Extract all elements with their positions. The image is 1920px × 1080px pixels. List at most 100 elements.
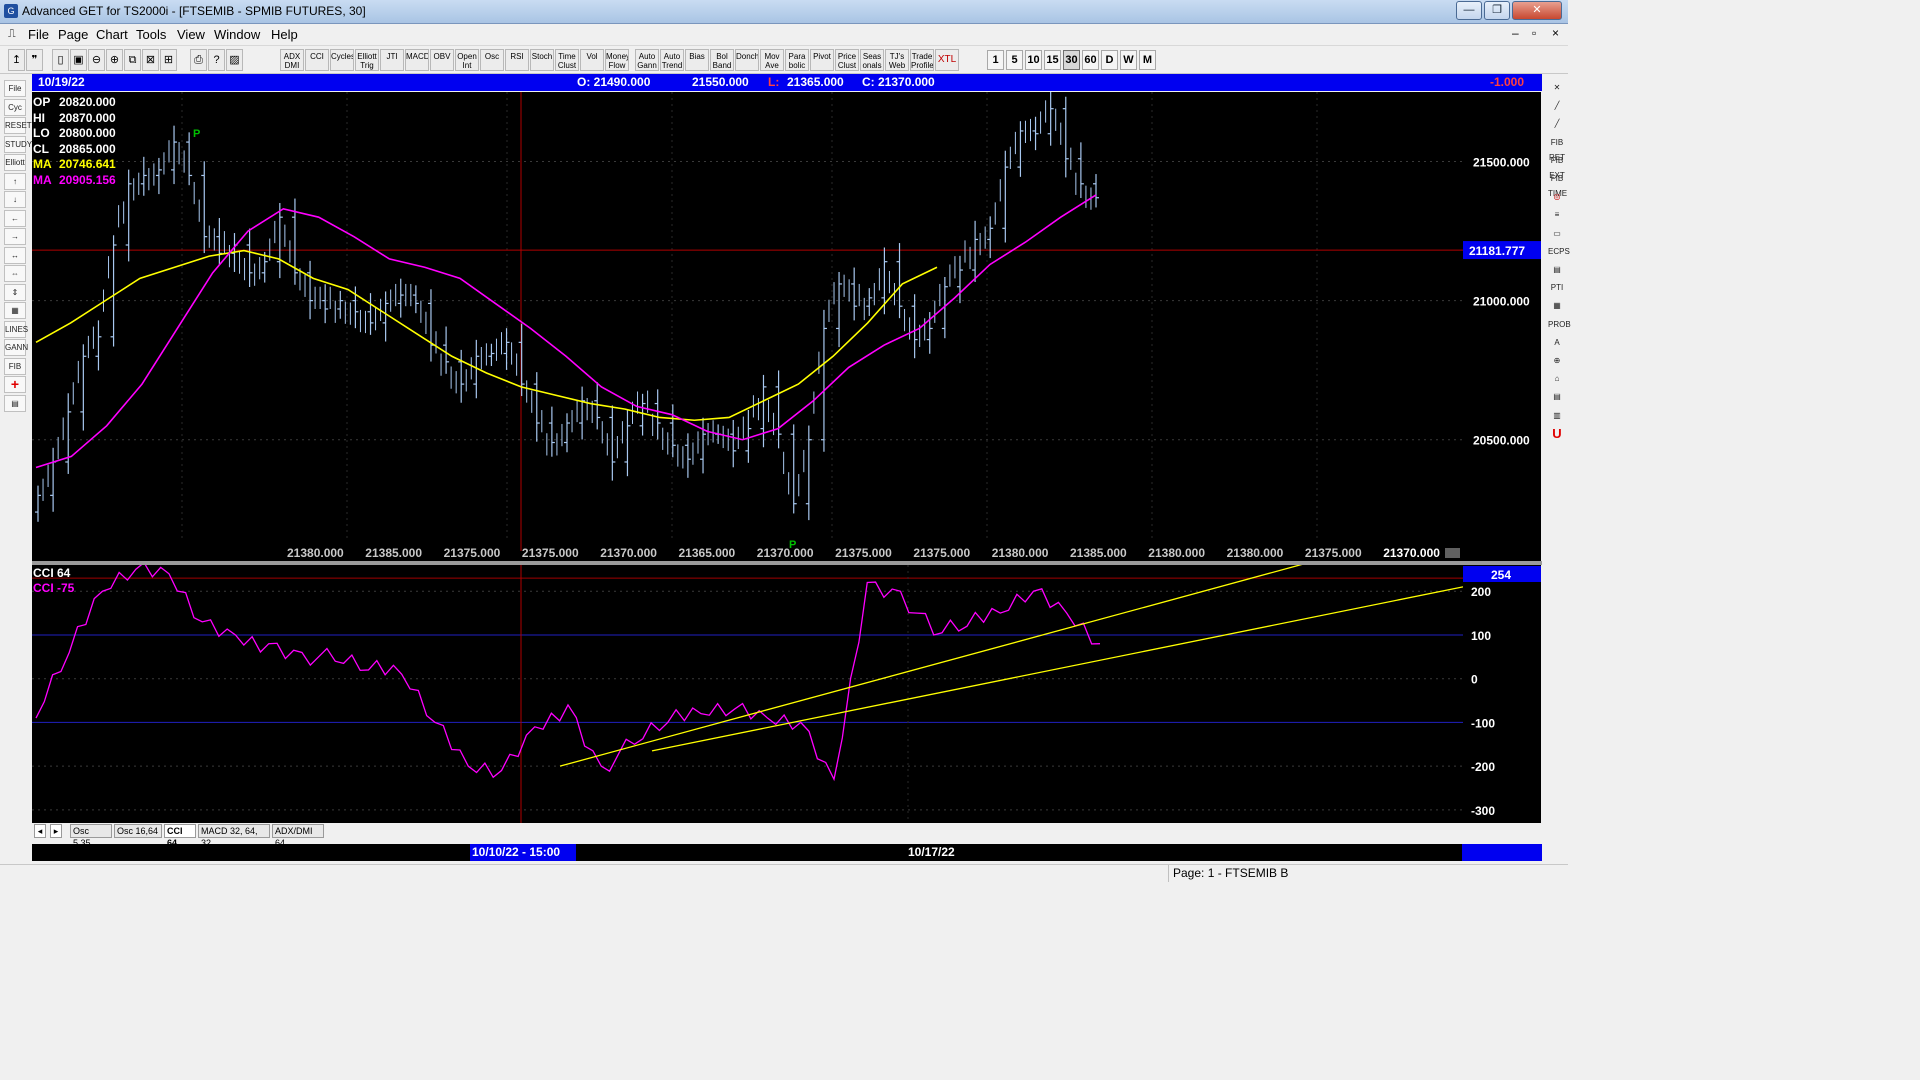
menu-file[interactable]: File [28, 27, 49, 42]
right-tool-button[interactable]: ▭ [1548, 226, 1566, 242]
study-button[interactable]: Para bolic [785, 49, 809, 71]
cci-chart[interactable] [32, 565, 1463, 823]
left-tool-button[interactable]: → [4, 228, 26, 245]
right-tool-button[interactable]: ✕ [1548, 80, 1566, 96]
left-tool-button[interactable]: ↔ [4, 246, 26, 264]
price-chart-pane[interactable]: P P 21380.000 21385.000 21375.000 21375.000 21… [32, 92, 1463, 561]
toolbar-icon-button[interactable]: ⊖ [88, 49, 105, 71]
mdi-minimize-button[interactable]: – [1512, 26, 1519, 40]
study-button[interactable]: Price Clust [835, 49, 859, 71]
study-button[interactable]: Vol [580, 49, 604, 71]
study-button[interactable]: Seas onals [860, 49, 884, 71]
study-button[interactable]: Elliott Trig [355, 49, 379, 71]
study-button[interactable]: JTI [380, 49, 404, 71]
interval-button[interactable]: M [1139, 50, 1156, 70]
toolbar-icon-button[interactable]: ⊞ [160, 49, 177, 71]
right-tool-button[interactable]: A [1548, 335, 1566, 351]
study-button[interactable]: Mov Ave [760, 49, 784, 71]
left-tool-button[interactable]: ▤ [4, 394, 26, 412]
study-button[interactable]: Bol Band [710, 49, 734, 71]
indicator-tab[interactable]: ADX/DMI 64 [272, 824, 324, 848]
right-tool-button[interactable]: ≡ [1548, 207, 1566, 223]
toolbar-icon-button[interactable]: ⊕ [106, 49, 123, 71]
tab-scroll-left-button[interactable]: ◂ [34, 824, 46, 838]
left-tool-button[interactable]: ↓ [4, 191, 26, 208]
right-tool-button[interactable]: FIB RET [1548, 135, 1566, 162]
interval-button[interactable]: 60 [1082, 50, 1099, 70]
study-button[interactable]: Open Int [455, 49, 479, 71]
study-button[interactable]: XTL [935, 49, 959, 71]
mdi-close-button[interactable]: × [1552, 26, 1559, 40]
left-tool-button[interactable]: GANN [4, 339, 28, 356]
scale-toggle-icon[interactable] [1445, 548, 1460, 558]
study-button[interactable]: Pivot [810, 49, 834, 71]
cci-trendline-upper[interactable] [559, 565, 1332, 767]
study-button[interactable]: Stoch [530, 49, 554, 71]
right-tool-button[interactable]: ╱ [1548, 98, 1566, 114]
interval-button[interactable]: 30 [1063, 50, 1080, 70]
toolbar-icon-button[interactable]: ▣ [70, 49, 87, 71]
left-tool-button[interactable]: + [4, 376, 26, 393]
right-tool-button[interactable]: ⊕ [1548, 353, 1566, 369]
toolbar-icon-button[interactable]: ? [208, 49, 225, 71]
toolbar-icon-button[interactable]: ❞ [26, 49, 43, 71]
left-tool-button[interactable]: ⇕ [4, 283, 26, 301]
maximize-button[interactable]: ❐ [1484, 1, 1510, 20]
left-tool-button[interactable]: Elliott [4, 154, 26, 171]
right-tool-button[interactable]: PTI [1548, 280, 1566, 296]
study-button[interactable]: Money Flow [605, 49, 629, 71]
left-tool-button[interactable]: LINES [4, 320, 28, 338]
study-button[interactable]: Osc [480, 49, 504, 71]
study-button[interactable]: OBV [430, 49, 454, 71]
toolbar-icon-button[interactable]: ▯ [52, 49, 69, 71]
right-tool-button[interactable]: PROB [1548, 317, 1571, 333]
interval-button[interactable]: 1 [987, 50, 1004, 70]
study-button[interactable]: CCI [305, 49, 329, 71]
right-tool-button[interactable]: FIB EXT [1548, 153, 1566, 180]
cci-pane[interactable]: CCI 64 CCI -75 [32, 565, 1463, 823]
right-tool-button[interactable]: FIB TIME [1548, 171, 1567, 198]
right-tool-button[interactable]: ◎ [1548, 189, 1566, 205]
menu-help[interactable]: Help [271, 27, 298, 42]
mdi-restore-button[interactable]: ▫ [1532, 26, 1536, 40]
interval-button[interactable]: 15 [1044, 50, 1061, 70]
indicator-tab[interactable]: Osc 16,64 [114, 824, 162, 838]
toolbar-icon-button[interactable]: ⎙ [190, 49, 207, 71]
study-button[interactable]: Auto Trend [660, 49, 684, 71]
menu-window[interactable]: Window [214, 27, 260, 42]
left-tool-button[interactable]: FIB [4, 357, 26, 375]
indicator-tab[interactable]: Osc 5,35 [70, 824, 112, 848]
right-tool-button[interactable]: ╱ [1548, 116, 1566, 132]
right-tool-button[interactable]: ▥ [1548, 408, 1566, 424]
study-button[interactable]: MACD [405, 49, 429, 71]
right-tool-button[interactable]: ⌂ [1548, 371, 1566, 387]
interval-button[interactable]: W [1120, 50, 1137, 70]
toolbar-icon-button[interactable]: ⧉ [124, 49, 141, 71]
right-tool-button[interactable]: U [1548, 426, 1566, 442]
study-button[interactable]: Trade Profile [910, 49, 934, 71]
menu-view[interactable]: View [177, 27, 205, 42]
toolbar-icon-button[interactable]: ↥ [8, 49, 25, 71]
left-tool-button[interactable]: RESET [4, 117, 32, 134]
toolbar-icon-button[interactable]: ▨ [226, 49, 243, 71]
study-button[interactable]: Donch [735, 49, 759, 71]
left-tool-button[interactable]: ↑ [4, 172, 26, 190]
left-tool-button[interactable]: ▦ [4, 302, 26, 319]
price-chart[interactable]: PP21380.000 21385.000 21375.000 21375.000 21… [32, 92, 1463, 561]
study-button[interactable]: RSI [505, 49, 529, 71]
study-button[interactable]: Bias [685, 49, 709, 71]
study-button[interactable]: TJ's Web [885, 49, 909, 71]
menu-chart[interactable]: Chart [96, 27, 128, 42]
tab-scroll-right-button[interactable]: ▸ [50, 824, 62, 838]
study-button[interactable]: ADX DMI [280, 49, 304, 71]
toolbar-icon-button[interactable]: ⊠ [142, 49, 159, 71]
study-button[interactable]: Auto Gann [635, 49, 659, 71]
left-tool-button[interactable]: STUDY [4, 135, 32, 153]
left-tool-button[interactable]: ← [4, 209, 26, 227]
study-button[interactable]: Cycles [330, 49, 354, 71]
menu-tools[interactable]: Tools [136, 27, 166, 42]
indicator-tab[interactable]: CCI 64 [164, 824, 196, 848]
interval-button[interactable]: D [1101, 50, 1118, 70]
right-tool-button[interactable]: ▤ [1548, 389, 1566, 405]
interval-button[interactable]: 5 [1006, 50, 1023, 70]
